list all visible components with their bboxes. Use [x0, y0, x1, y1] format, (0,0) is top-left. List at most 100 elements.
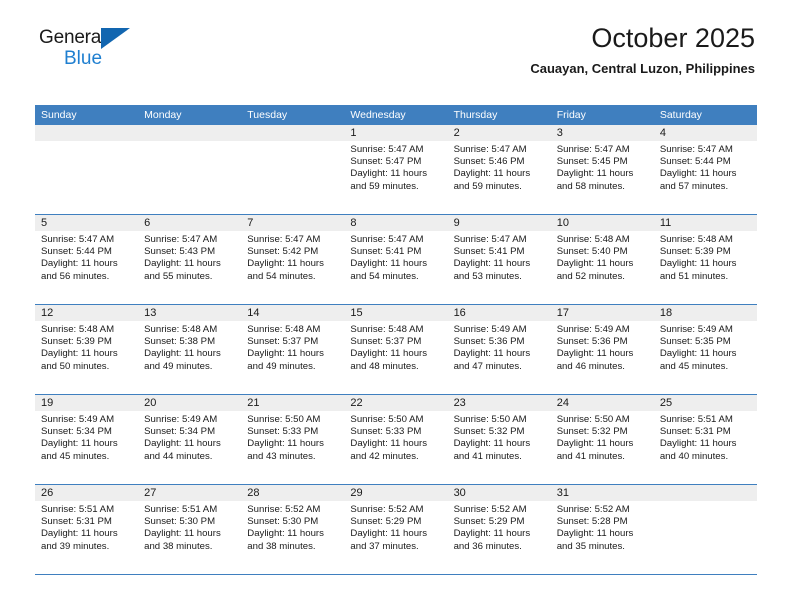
calendar-week-row: 1 Sunrise: 5:47 AM Sunset: 5:47 PM Daylight…: [35, 125, 757, 215]
daylight-text: Daylight: 11 hours and 46 minutes.: [556, 348, 634, 372]
calendar-day-cell-empty: [241, 125, 345, 214]
calendar-day-cell[interactable]: 10 Sunrise: 5:48 AM Sunset: 5:40 PM Dayligh…: [550, 215, 654, 304]
day-details: Sunrise: 5:47 AM Sunset: 5:43 PM Daylight:…: [138, 231, 241, 283]
calendar-day-cell[interactable]: 19 Sunrise: 5:49 AM Sunset: 5:34 PM Dayligh…: [35, 395, 139, 484]
day-number: 20: [138, 395, 242, 411]
sunset-text: Sunset: 5:31 PM: [41, 516, 112, 528]
calendar-day-cell[interactable]: 6 Sunrise: 5:47 AM Sunset: 5:43 PM Daylight…: [138, 215, 242, 304]
sunrise-text: Sunrise: 5:48 AM: [350, 324, 424, 335]
calendar-day-cell[interactable]: 22 Sunrise: 5:50 AM Sunset: 5:33 PM Dayligh…: [344, 395, 448, 484]
sunset-text: Sunset: 5:32 PM: [556, 426, 628, 438]
day-number: 18: [653, 305, 757, 321]
day-number: 15: [344, 305, 448, 321]
calendar-day-cell[interactable]: 3 Sunrise: 5:47 AM Sunset: 5:45 PM Daylight…: [550, 125, 654, 214]
calendar-day-cell[interactable]: 13 Sunrise: 5:48 AM Sunset: 5:38 PM Dayligh…: [138, 305, 242, 394]
day-number: 21: [241, 395, 345, 411]
day-details: Sunrise: 5:47 AM Sunset: 5:45 PM Daylight:…: [551, 141, 654, 193]
calendar-day-cell[interactable]: 31 Sunrise: 5:52 AM Sunset: 5:28 PM Dayligh…: [550, 485, 654, 574]
daylight-text: Daylight: 11 hours and 45 minutes.: [659, 348, 737, 372]
day-details: [35, 141, 138, 144]
day-details: Sunrise: 5:47 AM Sunset: 5:46 PM Daylight:…: [448, 141, 551, 193]
calendar-week-row: 12 Sunrise: 5:48 AM Sunset: 5:39 PM Dayligh…: [35, 305, 757, 395]
sunset-text: Sunset: 5:42 PM: [247, 246, 319, 258]
day-details: Sunrise: 5:52 AM Sunset: 5:29 PM Daylight:…: [344, 501, 447, 553]
calendar-day-cell[interactable]: 2 Sunrise: 5:47 AM Sunset: 5:46 PM Daylight…: [447, 125, 551, 214]
day-details: Sunrise: 5:52 AM Sunset: 5:30 PM Daylight:…: [241, 501, 344, 553]
sunset-text: Sunset: 5:32 PM: [453, 426, 525, 438]
daylight-text: Daylight: 11 hours and 51 minutes.: [659, 258, 737, 282]
calendar-day-cell[interactable]: 15 Sunrise: 5:48 AM Sunset: 5:37 PM Dayligh…: [344, 305, 448, 394]
general-blue-logo[interactable]: General Blue: [39, 28, 159, 74]
sunset-text: Sunset: 5:35 PM: [659, 336, 731, 348]
calendar-day-cell[interactable]: 26 Sunrise: 5:51 AM Sunset: 5:31 PM Dayligh…: [35, 485, 139, 574]
calendar-day-cell[interactable]: 12 Sunrise: 5:48 AM Sunset: 5:39 PM Dayligh…: [35, 305, 139, 394]
calendar-day-cell[interactable]: 25 Sunrise: 5:51 AM Sunset: 5:31 PM Dayligh…: [653, 395, 757, 484]
day-number: 1: [344, 125, 448, 141]
calendar-day-cell[interactable]: 23 Sunrise: 5:50 AM Sunset: 5:32 PM Dayligh…: [447, 395, 551, 484]
calendar-day-cell[interactable]: 20 Sunrise: 5:49 AM Sunset: 5:34 PM Dayligh…: [138, 395, 242, 484]
day-number: 9: [447, 215, 551, 231]
sunrise-text: Sunrise: 5:47 AM: [453, 234, 527, 245]
day-details: Sunrise: 5:47 AM Sunset: 5:44 PM Daylight:…: [654, 141, 757, 193]
daylight-text: Daylight: 11 hours and 41 minutes.: [556, 438, 634, 462]
sunset-text: Sunset: 5:29 PM: [350, 516, 422, 528]
daylight-text: Daylight: 11 hours and 47 minutes.: [453, 348, 531, 372]
day-details: Sunrise: 5:48 AM Sunset: 5:37 PM Daylight:…: [344, 321, 447, 373]
sunrise-text: Sunrise: 5:49 AM: [41, 414, 115, 425]
day-number: 4: [653, 125, 757, 141]
sunset-text: Sunset: 5:28 PM: [556, 516, 628, 528]
calendar-day-cell[interactable]: 8 Sunrise: 5:47 AM Sunset: 5:41 PM Daylight…: [344, 215, 448, 304]
sunrise-text: Sunrise: 5:47 AM: [350, 144, 424, 155]
calendar-day-cell-empty: [653, 485, 757, 574]
calendar-day-cell[interactable]: 30 Sunrise: 5:52 AM Sunset: 5:29 PM Dayligh…: [447, 485, 551, 574]
sunrise-text: Sunrise: 5:52 AM: [247, 504, 321, 515]
calendar-day-cell[interactable]: 28 Sunrise: 5:52 AM Sunset: 5:30 PM Dayligh…: [241, 485, 345, 574]
calendar-week-row: 19 Sunrise: 5:49 AM Sunset: 5:34 PM Dayligh…: [35, 395, 757, 485]
day-number: 8: [344, 215, 448, 231]
title-block: October 2025 Cauayan, Central Luzon, Phi…: [530, 22, 755, 78]
weekday-header-saturday: Saturday: [659, 109, 702, 121]
calendar-day-cell[interactable]: 5 Sunrise: 5:47 AM Sunset: 5:44 PM Daylight…: [35, 215, 139, 304]
calendar-day-cell[interactable]: 27 Sunrise: 5:51 AM Sunset: 5:30 PM Dayligh…: [138, 485, 242, 574]
calendar-day-cell[interactable]: 29 Sunrise: 5:52 AM Sunset: 5:29 PM Dayligh…: [344, 485, 448, 574]
weekday-header-wednesday: Wednesday: [350, 109, 406, 121]
sunrise-text: Sunrise: 5:47 AM: [659, 144, 733, 155]
calendar-day-cell[interactable]: 7 Sunrise: 5:47 AM Sunset: 5:42 PM Daylight…: [241, 215, 345, 304]
daylight-text: Daylight: 11 hours and 39 minutes.: [41, 528, 118, 552]
calendar-day-cell[interactable]: 21 Sunrise: 5:50 AM Sunset: 5:33 PM Dayligh…: [241, 395, 345, 484]
calendar-day-cell[interactable]: 9 Sunrise: 5:47 AM Sunset: 5:41 PM Daylight…: [447, 215, 551, 304]
calendar-day-cell[interactable]: 24 Sunrise: 5:50 AM Sunset: 5:32 PM Dayligh…: [550, 395, 654, 484]
sunrise-text: Sunrise: 5:50 AM: [247, 414, 321, 425]
calendar-day-cell[interactable]: 18 Sunrise: 5:49 AM Sunset: 5:35 PM Dayligh…: [653, 305, 757, 394]
daylight-text: Daylight: 11 hours and 49 minutes.: [247, 348, 324, 372]
sunrise-text: Sunrise: 5:51 AM: [41, 504, 115, 515]
weekday-header-monday: Monday: [144, 109, 182, 121]
day-number: 25: [653, 395, 757, 411]
daylight-text: Daylight: 11 hours and 54 minutes.: [247, 258, 324, 282]
day-details: Sunrise: 5:50 AM Sunset: 5:32 PM Daylight:…: [448, 411, 551, 463]
day-details: Sunrise: 5:49 AM Sunset: 5:36 PM Daylight:…: [448, 321, 551, 373]
sunset-text: Sunset: 5:46 PM: [453, 156, 525, 168]
calendar-day-cell[interactable]: 1 Sunrise: 5:47 AM Sunset: 5:47 PM Daylight…: [344, 125, 448, 214]
sunrise-text: Sunrise: 5:49 AM: [556, 324, 630, 335]
daylight-text: Daylight: 11 hours and 44 minutes.: [144, 438, 221, 462]
sunrise-text: Sunrise: 5:52 AM: [556, 504, 630, 515]
daylight-text: Daylight: 11 hours and 37 minutes.: [350, 528, 428, 552]
day-number: 23: [447, 395, 551, 411]
sunrise-text: Sunrise: 5:48 AM: [556, 234, 630, 245]
calendar-weeks: 1 Sunrise: 5:47 AM Sunset: 5:47 PM Daylight…: [35, 125, 757, 575]
page-title: October 2025: [591, 23, 755, 53]
daylight-text: Daylight: 11 hours and 56 minutes.: [41, 258, 118, 282]
calendar-day-cell[interactable]: 14 Sunrise: 5:48 AM Sunset: 5:37 PM Dayligh…: [241, 305, 345, 394]
sunrise-text: Sunrise: 5:51 AM: [659, 414, 733, 425]
sunset-text: Sunset: 5:39 PM: [659, 246, 731, 258]
weekday-header-thursday: Thursday: [453, 109, 498, 121]
sunrise-text: Sunrise: 5:48 AM: [659, 234, 733, 245]
day-number: [653, 485, 757, 501]
calendar-day-cell[interactable]: 11 Sunrise: 5:48 AM Sunset: 5:39 PM Dayligh…: [653, 215, 757, 304]
calendar-day-cell[interactable]: 4 Sunrise: 5:47 AM Sunset: 5:44 PM Daylight…: [653, 125, 757, 214]
calendar-day-cell[interactable]: 17 Sunrise: 5:49 AM Sunset: 5:36 PM Dayligh…: [550, 305, 654, 394]
calendar-day-cell[interactable]: 16 Sunrise: 5:49 AM Sunset: 5:36 PM Dayligh…: [447, 305, 551, 394]
day-number: 27: [138, 485, 242, 501]
logo-text-general: General: [39, 27, 106, 48]
